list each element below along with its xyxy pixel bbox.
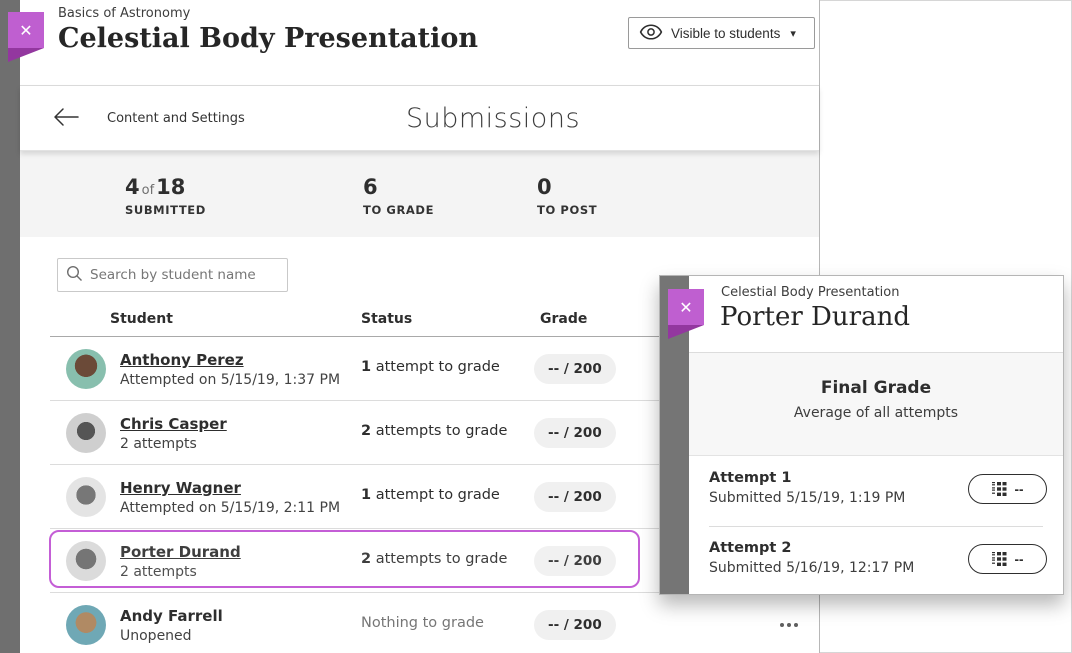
stat-to-grade: 6 TO GRADE xyxy=(363,176,434,217)
attempt-grade-value: -- xyxy=(1015,482,1024,497)
student-link[interactable]: Anthony Perez xyxy=(120,351,244,369)
close-student-panel-button[interactable]: ✕ xyxy=(668,289,704,325)
grade-pill[interactable]: -- / 200 xyxy=(534,482,616,512)
attempt-item[interactable]: Attempt 1 Submitted 5/15/19, 1:19 PM -- xyxy=(689,456,1063,526)
background-layer-strip xyxy=(0,0,20,653)
close-panel-button[interactable]: ✕ xyxy=(8,12,44,48)
attempt-grade-button[interactable]: -- xyxy=(968,474,1047,504)
screen: Basics of Astronomy Celestial Body Prese… xyxy=(0,0,1072,653)
close-icon: ✕ xyxy=(19,21,32,40)
search-input[interactable] xyxy=(90,267,279,283)
stat-submitted: 4of18 SUBMITTED xyxy=(125,176,206,217)
grade-pill[interactable]: -- / 200 xyxy=(534,354,616,384)
student-link[interactable]: Chris Casper xyxy=(120,415,227,433)
submitted-count: 4 xyxy=(125,175,140,199)
grade-pill[interactable]: -- / 200 xyxy=(534,546,616,576)
attempt-grade-value: -- xyxy=(1015,552,1024,567)
student-link[interactable]: Henry Wagner xyxy=(120,479,241,497)
rubric-icon xyxy=(992,550,1008,569)
close-icon: ✕ xyxy=(679,298,692,317)
student-panel-title: Porter Durand xyxy=(720,302,910,332)
table-row[interactable]: Andy Farrell Unopened Nothing to grade -… xyxy=(50,593,792,653)
sub-header: Content and Settings Submissions xyxy=(20,86,819,151)
student-panel-header: Celestial Body Presentation Porter Duran… xyxy=(689,276,1063,353)
search-icon xyxy=(66,265,83,286)
to-post-count: 0 xyxy=(537,176,597,199)
back-label[interactable]: Content and Settings xyxy=(107,111,245,126)
to-grade-label: TO GRADE xyxy=(363,203,434,217)
stats-bar: 4of18 SUBMITTED 6 TO GRADE 0 TO POST xyxy=(20,151,819,237)
chevron-down-icon: ▾ xyxy=(790,27,796,40)
avatar xyxy=(66,541,106,581)
avatar xyxy=(66,477,106,517)
attempt-submitted: Submitted 5/15/19, 1:19 PM xyxy=(709,490,905,506)
attempt-label: Attempt 2 xyxy=(709,540,791,556)
attempt-submitted: Submitted 5/16/19, 12:17 PM xyxy=(709,560,914,576)
avatar xyxy=(66,349,106,389)
student-detail: 2 attempts xyxy=(120,564,241,580)
rubric-icon xyxy=(992,480,1008,499)
divider xyxy=(709,526,1043,527)
to-grade-count: 6 xyxy=(363,176,434,199)
visibility-label: Visible to students xyxy=(671,26,780,41)
submitted-total: 18 xyxy=(156,175,185,199)
assignment-context-title: Celestial Body Presentation xyxy=(721,285,899,300)
student-detail: Attempted on 5/15/19, 1:37 PM xyxy=(120,372,340,388)
student-name: Andy Farrell xyxy=(120,607,223,625)
column-header-student: Student xyxy=(110,311,173,327)
attempt-grade-button[interactable]: -- xyxy=(968,544,1047,574)
attempt-label: Attempt 1 xyxy=(709,470,791,486)
student-search[interactable] xyxy=(57,258,288,292)
student-detail: Attempted on 5/15/19, 2:11 PM xyxy=(120,500,340,516)
eye-icon xyxy=(639,24,663,43)
submitted-label: SUBMITTED xyxy=(125,203,206,217)
student-detail: Unopened xyxy=(120,628,223,644)
visibility-dropdown[interactable]: Visible to students ▾ xyxy=(628,17,815,49)
student-detail-panel: ✕ Celestial Body Presentation Porter Dur… xyxy=(659,275,1064,595)
status-cell: 1 attempt to grade xyxy=(361,359,500,375)
stat-to-post: 0 TO POST xyxy=(537,176,597,217)
status-cell: Nothing to grade xyxy=(361,615,484,631)
arrow-left-icon xyxy=(52,113,80,132)
to-post-label: TO POST xyxy=(537,203,597,217)
course-title: Basics of Astronomy xyxy=(58,6,190,21)
status-cell: 1 attempt to grade xyxy=(361,487,500,503)
final-grade-section: Final Grade Average of all attempts xyxy=(689,353,1063,456)
grade-pill[interactable]: -- / 200 xyxy=(534,610,616,640)
panel-header: Basics of Astronomy Celestial Body Prese… xyxy=(20,0,819,86)
submissions-title: Submissions xyxy=(406,103,580,134)
page-title: Celestial Body Presentation xyxy=(58,23,478,54)
back-button[interactable] xyxy=(52,106,80,132)
attempt-item[interactable]: Attempt 2 Submitted 5/16/19, 12:17 PM -- xyxy=(689,526,1063,596)
column-header-status: Status xyxy=(361,311,412,327)
student-link[interactable]: Porter Durand xyxy=(120,543,241,561)
column-header-grade: Grade xyxy=(540,311,587,327)
row-menu-icon[interactable] xyxy=(776,619,802,631)
grade-pill[interactable]: -- / 200 xyxy=(534,418,616,448)
attempts-list: Attempt 1 Submitted 5/15/19, 1:19 PM -- … xyxy=(689,456,1063,594)
status-cell: 2 attempts to grade xyxy=(361,423,507,439)
final-grade-subtitle: Average of all attempts xyxy=(689,405,1063,421)
avatar xyxy=(66,605,106,645)
student-detail: 2 attempts xyxy=(120,436,227,452)
avatar xyxy=(66,413,106,453)
final-grade-title: Final Grade xyxy=(689,378,1063,398)
status-cell: 2 attempts to grade xyxy=(361,551,507,567)
